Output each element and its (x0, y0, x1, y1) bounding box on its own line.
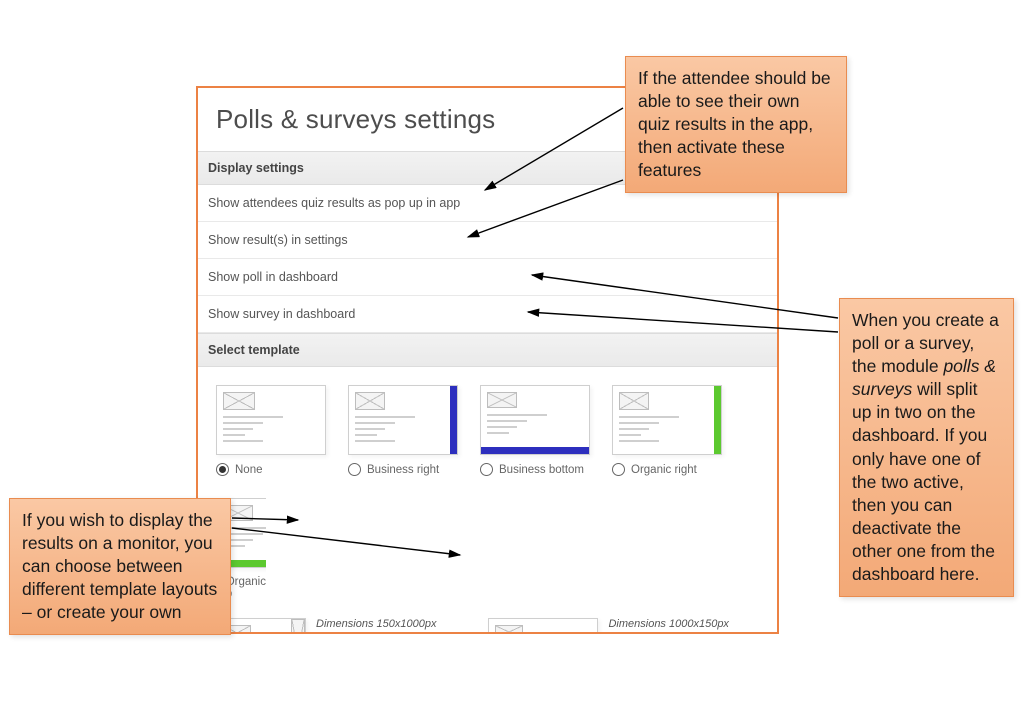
template-business-right-radio[interactable]: Business right (348, 463, 458, 476)
template-label: Business bottom (499, 464, 584, 476)
setting-results-in-settings[interactable]: Show result(s) in settings (198, 222, 777, 259)
setting-poll-dashboard[interactable]: Show poll in dashboard (198, 259, 777, 296)
template-label: Organic right (631, 464, 697, 476)
template-none[interactable]: None (216, 385, 326, 476)
callout-text-b: will split up in two on the dashboard. I… (852, 379, 995, 584)
template-label: None (235, 464, 263, 476)
template-organic-right[interactable]: Organic right (612, 385, 722, 476)
template-grid: None Business right (216, 385, 759, 600)
template-business-bottom[interactable]: Business bottom (480, 385, 590, 476)
radio-icon (348, 463, 361, 476)
template-grid-custom: tom right Dimensions 150x1000px JPG, JPE… (216, 618, 759, 634)
template-label: Business right (367, 464, 439, 476)
dimension-text: Dimensions 150x1000px (316, 618, 436, 632)
custom-bottom-upload: Dimensions 1000x150px JPG, JPEG, PNG ↥Up… (608, 618, 728, 634)
callout-top: If the attendee should be able to see th… (625, 56, 847, 193)
radio-icon (480, 463, 493, 476)
template-business-right[interactable]: Business right (348, 385, 458, 476)
template-custom-bottom[interactable]: Custom bottom Dimensions 1000x150px JPG,… (488, 618, 728, 634)
template-organic-right-radio[interactable]: Organic right (612, 463, 722, 476)
template-none-radio[interactable]: None (216, 463, 326, 476)
custom-right-upload: Dimensions 150x1000px JPG, JPEG, PNG ↥Up… (316, 618, 436, 634)
callout-text: If you wish to display the results on a … (22, 510, 217, 622)
template-custom-right[interactable]: tom right Dimensions 150x1000px JPG, JPE… (216, 618, 436, 634)
callout-right: When you create a poll or a survey, the … (839, 298, 1014, 597)
setting-survey-dashboard[interactable]: Show survey in dashboard (198, 296, 777, 333)
radio-icon (612, 463, 625, 476)
template-label: Organic b (226, 576, 266, 600)
dimension-text: Dimensions 1000x150px (608, 618, 728, 632)
radio-icon (216, 463, 229, 476)
callout-text: If the attendee should be able to see th… (638, 68, 831, 180)
callout-left: If you wish to display the results on a … (9, 498, 231, 635)
section-select-template: Select template (198, 333, 777, 367)
template-business-bottom-radio[interactable]: Business bottom (480, 463, 590, 476)
